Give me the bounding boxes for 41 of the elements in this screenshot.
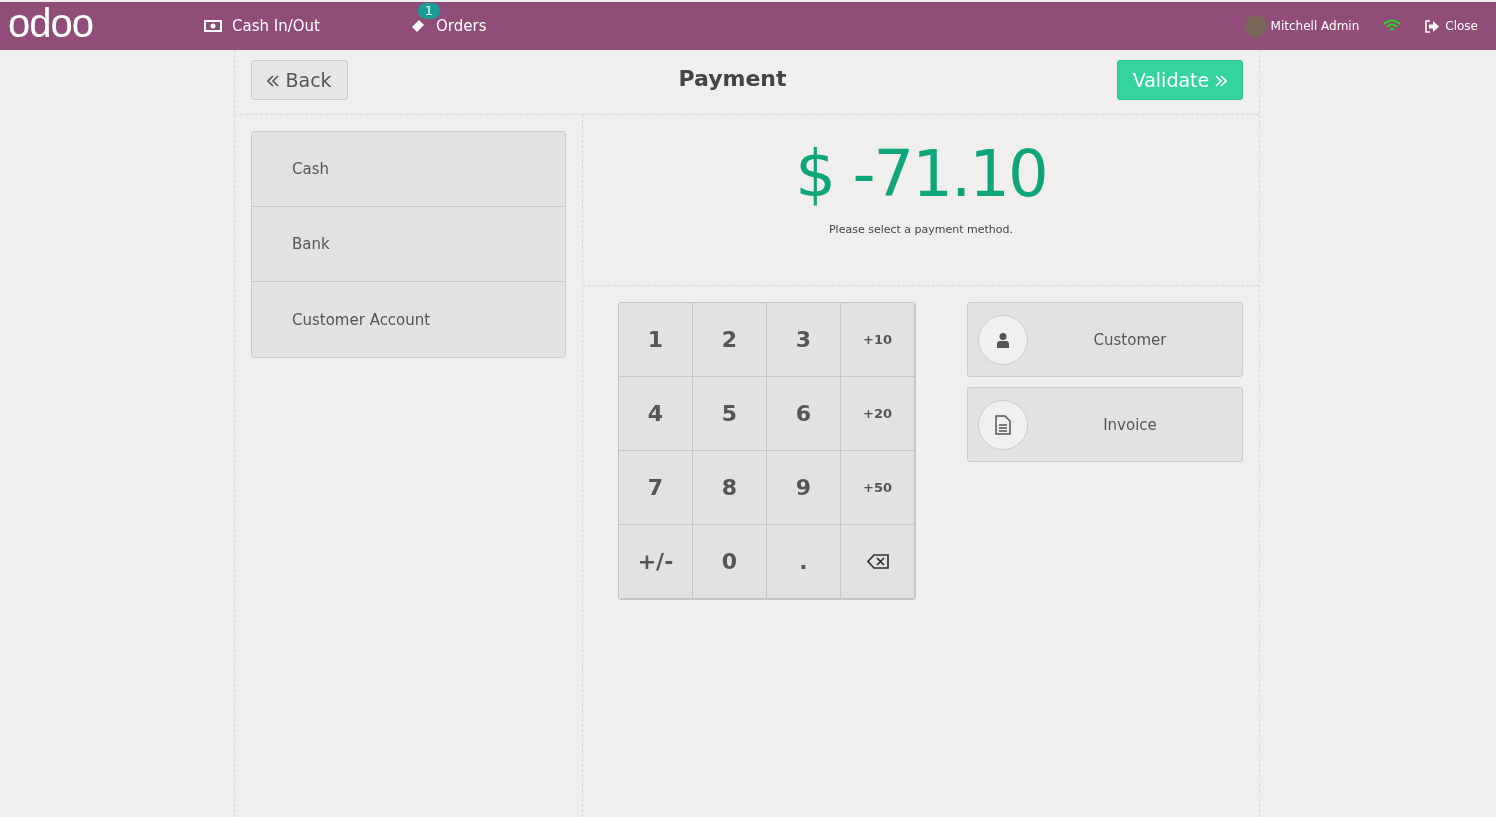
ticket-icon (410, 18, 426, 34)
order-count-badge: 1 (418, 3, 440, 19)
sign-out-icon (1425, 19, 1441, 33)
back-button[interactable]: Back (251, 60, 348, 100)
odoo-logo: odoo (7, 3, 94, 43)
document-icon (995, 414, 1011, 435)
numpad-key[interactable]: +10 (841, 303, 915, 377)
avatar-icon (1244, 15, 1267, 37)
payment-method-button[interactable]: Cash (252, 132, 565, 207)
payment-hint: Please select a payment method. (828, 223, 1014, 236)
numpad-key[interactable]: 4 (619, 377, 693, 451)
person-icon (996, 331, 1010, 348)
numpad-key[interactable]: 2 (693, 303, 767, 377)
numpad-key[interactable]: 8 (693, 451, 767, 525)
numpad-key[interactable]: 6 (767, 377, 841, 451)
numpad-key[interactable]: 3 (767, 303, 841, 377)
screen-title: Payment (678, 65, 787, 91)
numpad-key[interactable]: +/- (619, 525, 693, 599)
numpad-key[interactable]: +50 (841, 451, 915, 525)
numpad-key[interactable]: 9 (767, 451, 841, 525)
numpad-key[interactable]: +20 (841, 377, 915, 451)
numpad-key[interactable]: 1 (619, 303, 693, 377)
numpad-key[interactable]: 5 (693, 377, 767, 451)
nav-button[interactable]: Cash In/Out (204, 17, 320, 35)
backspace-button[interactable] (841, 525, 915, 599)
numpad-key[interactable]: 0 (693, 525, 767, 599)
double-chevron-left-icon (267, 75, 280, 87)
wifi-icon (1383, 19, 1402, 33)
payment-method-button[interactable]: Bank (252, 207, 565, 282)
nav-button[interactable]: Orders (410, 17, 487, 35)
numpad-key[interactable]: . (767, 525, 841, 599)
banknote-icon (204, 20, 222, 32)
payment-method-button[interactable]: Customer Account (252, 282, 565, 357)
numpad-key[interactable]: 7 (619, 451, 693, 525)
amount-due: $ -71.10 (795, 137, 1047, 211)
user-name: Mitchell Admin (1270, 19, 1360, 33)
double-chevron-right-icon (1215, 75, 1228, 87)
close-button[interactable]: Close (1419, 18, 1484, 34)
customer-button[interactable]: Customer (967, 302, 1243, 377)
backspace-icon (866, 554, 889, 569)
invoice-button[interactable]: Invoice (967, 387, 1243, 462)
